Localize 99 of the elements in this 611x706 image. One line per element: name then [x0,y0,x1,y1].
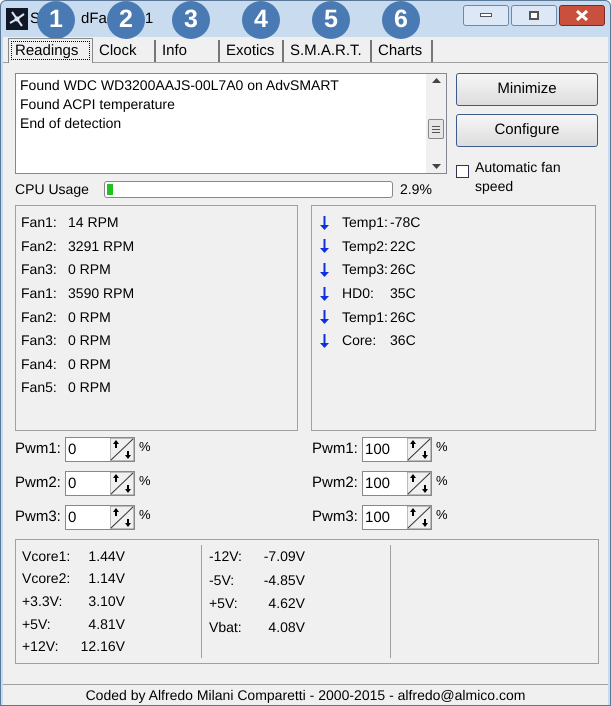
percent-unit: % [139,472,151,490]
temperature-label: HD0: [342,284,375,304]
fan-speed: 0 RPM [68,378,111,398]
cpu-usage-reading: 2.9% [400,180,432,198]
fan-label: Fan2: [21,236,58,256]
fan-logo-icon [6,8,28,30]
pwm-label: Pwm3: [15,507,62,528]
fan-label: Fan4: [21,354,58,374]
temperature-label: Temp1: [342,213,389,232]
percent-unit: % [139,438,151,456]
spin-field[interactable]: 0 [65,505,135,530]
pwm-label: Pwm2: [15,473,62,494]
voltage-value: 12.16V [80,637,125,656]
checkbox[interactable] [456,165,469,178]
temperature-value: 36C [390,331,416,350]
voltage-value: 4.81V [87,614,125,634]
spin-field[interactable]: 0 [65,471,135,496]
maximize-button[interactable] [511,4,557,26]
window-title: dFa [81,8,107,29]
close-button[interactable] [559,4,605,26]
fan-label: Fan3: [21,331,58,350]
minimize-button[interactable] [463,4,509,26]
fan-speed: 3590 RPM [68,284,134,304]
percent-unit: % [436,472,448,490]
fan-speed: 3291 RPM [68,236,134,256]
spin-field[interactable]: 100 [362,471,432,496]
temperature-label: Temp3: [342,260,389,280]
number-badge: 6 [382,1,420,39]
temperature-label: Temp1: [342,308,389,327]
fan-label: Fan1: [21,213,58,232]
voltage-label: Vcore2: [22,569,72,588]
fan-label: Fan2: [21,308,58,327]
checkbox-label: Automatic fan speed [475,158,562,196]
number-badge: 5 [312,1,350,39]
voltage-label: -12V: [209,547,243,566]
percent-unit: % [436,438,448,456]
pwm-label: Pwm1: [312,439,359,460]
log-line: Found WDC WD3200AAJS-00L7A0 on AdvSMART [20,76,340,95]
voltage-label: +5V: [209,594,239,614]
pwm-label: Pwm1: [15,439,62,460]
voltage-value: 1.14V [87,569,125,588]
fan-label: Fan5: [21,378,58,398]
temperature-value: 22C [390,236,416,256]
fan-label: Fan3: [21,260,58,280]
voltage-label: +12V: [22,637,60,656]
window-title: 1 [144,8,154,29]
log-line: End of detection [20,114,122,133]
pwm-label: Pwm2: [312,473,359,494]
voltage-label: +5V: [22,614,52,634]
spin-arrows-icon[interactable] [407,506,431,529]
voltage-label: Vbat: [209,618,243,637]
number-badge: 2 [107,1,145,39]
action-button[interactable]: Minimize [456,73,598,106]
scroll-up-icon[interactable] [432,78,440,83]
spin-field[interactable]: 0 [65,437,135,462]
voltage-label: +3.3V: [22,592,64,611]
fan-speed: 0 RPM [68,308,111,327]
temperature-value: 26C [390,260,416,280]
scroll-down-icon[interactable] [432,164,440,169]
spin-arrows-icon[interactable] [110,506,134,529]
scrollbar[interactable] [426,74,446,173]
number-badge: 3 [172,1,210,39]
temperature-label: Temp2: [342,236,389,256]
spin-arrows-icon[interactable] [110,438,134,461]
cpu-usage-label: CPU Usage [15,180,90,199]
voltage-value: -4.85V [262,570,305,590]
spin-arrows-icon[interactable] [110,472,134,495]
temperature-value: 35C [390,284,416,304]
fan-speed: 0 RPM [68,260,111,280]
number-badge: 4 [242,1,280,39]
spin-arrows-icon[interactable] [407,438,431,461]
temperature-label: Core: [342,331,378,350]
fan-label: Fan1: [21,284,58,304]
spin-arrows-icon[interactable] [407,472,431,495]
close-icon [576,10,588,20]
fan-speed: 0 RPM [68,331,111,350]
voltage-label: -5V: [209,570,236,590]
voltage-value: 4.62V [267,594,305,614]
number-badge: 1 [37,1,75,39]
voltage-value: -7.09V [262,547,305,566]
status-bar: Coded by Alfredo Milani Comparetti - 2000-2015 - alfredo@almico.com [3,684,608,705]
fan-speed: 0 RPM [68,354,111,374]
fan-speed: 14 RPM [68,213,119,232]
temperature-value: -78C [390,213,420,232]
action-button[interactable]: Configure [456,114,598,147]
percent-unit: % [436,506,448,524]
voltage-value: 4.08V [267,618,305,637]
tab[interactable]: Readings [8,38,93,63]
temperature-value: 26C [390,308,416,327]
log-box[interactable]: Found WDC WD3200AAJS-00L7A0 on AdvSMART Found ACPI temperature End of detection [15,73,447,174]
log-line: Found ACPI temperature [20,95,176,114]
spin-field[interactable]: 100 [362,505,432,530]
voltage-value: 1.44V [87,546,125,566]
voltage-value: 3.10V [87,592,125,611]
spin-field[interactable]: 100 [362,437,432,462]
scroll-thumb[interactable] [428,119,444,139]
pwm-label: Pwm3: [312,507,359,528]
percent-unit: % [139,506,151,524]
voltage-label: Vcore1: [22,546,72,566]
